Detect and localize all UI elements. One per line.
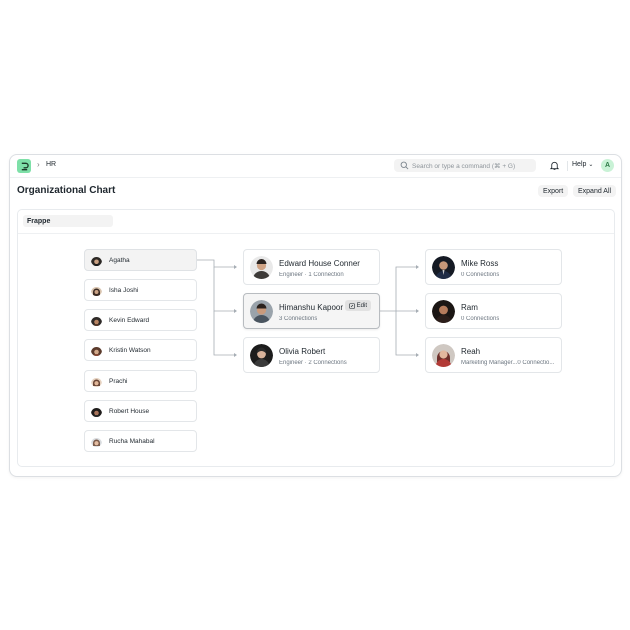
org-node-prachi[interactable]: Prachi bbox=[84, 370, 197, 392]
avatar bbox=[91, 406, 102, 417]
node-subtitle: 0 Connections bbox=[461, 272, 500, 278]
node-name: Ram bbox=[461, 303, 478, 312]
help-label: Help bbox=[572, 161, 587, 168]
breadcrumb-hr[interactable]: HR bbox=[46, 161, 56, 168]
edit-button[interactable]: Edit bbox=[344, 300, 371, 311]
avatar bbox=[250, 300, 273, 323]
page-title: Organizational Chart bbox=[17, 185, 116, 196]
node-subtitle: Engineer · 1 Connection bbox=[279, 272, 344, 278]
org-node-edward-house-conner[interactable]: Edward House Conner Engineer · 1 Connect… bbox=[243, 249, 380, 285]
connector-line bbox=[395, 311, 416, 356]
node-name: Mike Ross bbox=[461, 259, 499, 268]
arrow-head bbox=[234, 353, 237, 357]
node-name: Himanshu Kapoor bbox=[279, 303, 344, 312]
export-button[interactable]: Export bbox=[538, 185, 569, 197]
app-window: › HR Search or type a command (⌘ + G) He… bbox=[9, 154, 622, 477]
avatar bbox=[91, 376, 102, 387]
node-subtitle: 0 Connections bbox=[461, 316, 500, 322]
help-dropdown[interactable]: Help ⌄ bbox=[572, 161, 593, 168]
connector-line bbox=[197, 259, 234, 268]
arrow-head bbox=[234, 265, 237, 269]
avatar bbox=[432, 300, 455, 323]
node-subtitle: Marketing Manager...0 Connectio... bbox=[461, 360, 555, 366]
chevron-right-icon: › bbox=[37, 160, 40, 169]
avatar bbox=[91, 255, 102, 266]
org-node-olivia-robert[interactable]: Olivia Robert Engineer · 2 Connections bbox=[243, 337, 380, 373]
edit-label: Edit bbox=[356, 302, 367, 309]
arrow-head bbox=[234, 309, 237, 313]
top-navbar: › HR Search or type a command (⌘ + G) He… bbox=[10, 155, 621, 178]
search-placeholder: Search or type a command (⌘ + G) bbox=[412, 162, 516, 170]
connector-line bbox=[380, 266, 416, 312]
avatar bbox=[91, 436, 102, 447]
org-node-isha-joshi[interactable]: Isha Joshi bbox=[84, 279, 197, 301]
connector-line bbox=[213, 311, 234, 356]
node-name: Prachi bbox=[109, 377, 128, 385]
node-name: Kevin Edward bbox=[109, 316, 150, 324]
node-subtitle: 3 Connections bbox=[279, 316, 318, 322]
node-name: Edward House Conner bbox=[279, 259, 360, 268]
org-node-rucha-mahabal[interactable]: Rucha Mahabal bbox=[84, 430, 197, 452]
avatar bbox=[432, 256, 455, 279]
app-logo[interactable] bbox=[17, 159, 31, 173]
arrow-head bbox=[416, 265, 419, 269]
avatar bbox=[91, 345, 102, 356]
node-name: Robert House bbox=[109, 407, 150, 415]
avatar bbox=[250, 344, 273, 367]
org-node-agatha[interactable]: Agatha bbox=[84, 249, 197, 271]
org-node-himanshu-kapoor[interactable]: Himanshu Kapoor 3 Connections Edit bbox=[243, 293, 380, 329]
user-avatar[interactable]: A bbox=[601, 159, 614, 172]
node-name: Rucha Mahabal bbox=[109, 437, 155, 445]
avatar bbox=[91, 285, 102, 296]
avatar bbox=[250, 256, 273, 279]
connector-line bbox=[213, 267, 234, 312]
org-node-kevin-edward[interactable]: Kevin Edward bbox=[84, 309, 197, 331]
avatar bbox=[432, 344, 455, 367]
arrow-head bbox=[416, 309, 419, 313]
avatar bbox=[91, 315, 102, 326]
node-name: Agatha bbox=[109, 256, 130, 264]
org-node-reah[interactable]: Reah Marketing Manager...0 Connectio... bbox=[425, 337, 562, 373]
node-name: Reah bbox=[461, 347, 481, 356]
node-subtitle: Engineer · 2 Connections bbox=[279, 360, 347, 366]
arrow-head bbox=[416, 353, 419, 357]
divider bbox=[567, 161, 568, 171]
node-name: Olivia Robert bbox=[279, 347, 326, 356]
bell-icon[interactable] bbox=[549, 160, 560, 171]
org-node-robert-house[interactable]: Robert House bbox=[84, 400, 197, 422]
node-name: Isha Joshi bbox=[109, 286, 139, 294]
org-node-mike-ross[interactable]: Mike Ross 0 Connections bbox=[425, 249, 562, 285]
search-icon bbox=[400, 161, 409, 170]
edit-icon bbox=[348, 302, 355, 309]
expand-all-button[interactable]: Expand All bbox=[573, 185, 617, 197]
org-node-ram[interactable]: Ram 0 Connections bbox=[425, 293, 562, 329]
chevron-down-icon: ⌄ bbox=[588, 162, 594, 168]
search-bar[interactable]: Search or type a command (⌘ + G) bbox=[394, 159, 536, 172]
org-node-kristin-watson[interactable]: Kristin Watson bbox=[84, 339, 197, 361]
logo-icon bbox=[21, 162, 29, 170]
org-chart-panel: Frappe Agatha Isha Joshi Kevin Edward Kr… bbox=[17, 209, 615, 467]
node-name: Kristin Watson bbox=[109, 346, 151, 354]
